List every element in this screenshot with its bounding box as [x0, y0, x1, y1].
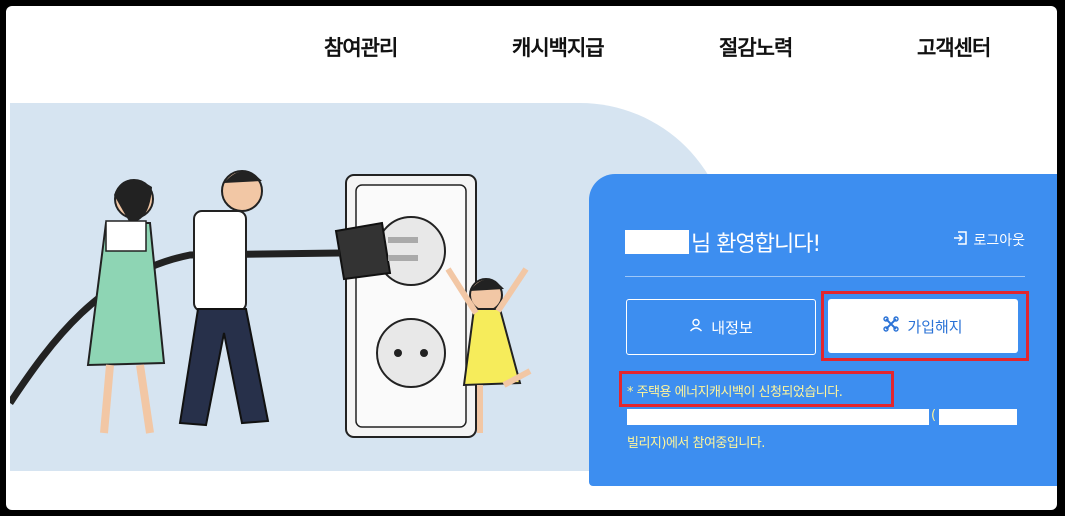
masked-address	[627, 409, 929, 425]
nav-item-participation[interactable]: 참여관리	[324, 32, 398, 62]
page-frame: 참여관리 캐시백지급 절감노력 고객센터 님 환영합니다! 로그아웃 내정보 가…	[6, 6, 1057, 510]
masked-username	[625, 230, 689, 254]
my-info-label: 내정보	[711, 318, 753, 337]
highlight-box-notice	[619, 371, 894, 407]
nav-item-cashback[interactable]: 캐시백지급	[512, 32, 605, 62]
logout-button[interactable]: 로그아웃	[953, 230, 1025, 250]
welcome-text: 님 환영합니다!	[691, 232, 821, 257]
notice-participating: 빌리지)에서 참여중입니다.	[627, 436, 765, 451]
masked-complex	[939, 409, 1017, 425]
nav-item-saving[interactable]: 절감노력	[719, 32, 793, 62]
user-icon	[689, 318, 703, 336]
top-nav: 참여관리 캐시백지급 절감노력 고객센터	[6, 6, 1057, 86]
user-panel: 님 환영합니다! 로그아웃 내정보 가입해지 * 주택용 에너지캐시백이 신청되…	[589, 174, 1057, 486]
highlight-box-withdraw	[821, 291, 1029, 361]
notice-paren: (	[931, 408, 937, 423]
my-info-button[interactable]: 내정보	[626, 299, 816, 355]
divider	[625, 276, 1025, 277]
nav-item-support[interactable]: 고객센터	[917, 32, 991, 62]
logout-label: 로그아웃	[973, 233, 1025, 249]
logout-icon	[953, 231, 968, 249]
welcome-message: 님 환영합니다!	[625, 226, 821, 258]
